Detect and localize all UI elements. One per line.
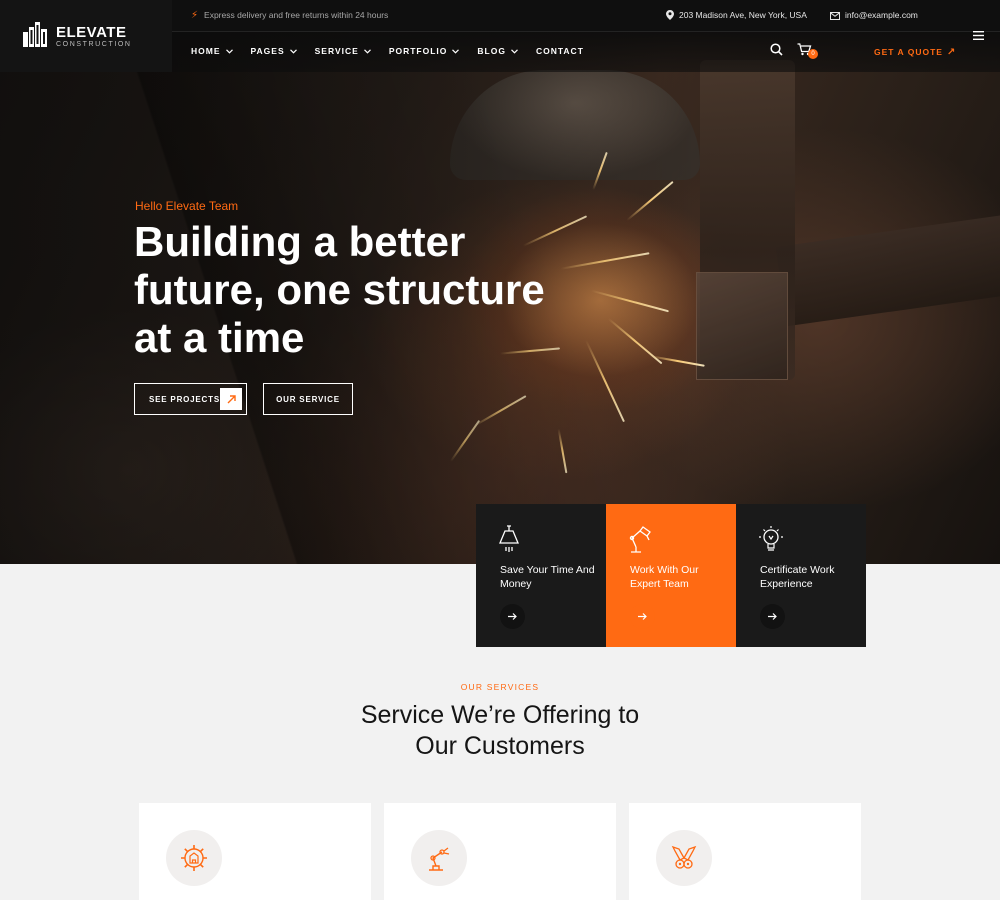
service-icon-circle — [411, 830, 467, 886]
our-service-button[interactable]: OUR SERVICE — [263, 383, 353, 415]
menu-button[interactable] — [973, 27, 984, 45]
brand-name: ELEVATE — [56, 24, 127, 41]
brand-tagline: CONSTRUCTION — [56, 41, 132, 48]
search-button[interactable] — [770, 43, 783, 61]
arrow-up-right-icon: ↗ — [946, 47, 957, 58]
chevron-down-icon — [363, 48, 371, 54]
feature-card-save-time[interactable]: Save Your Time And Money — [476, 504, 606, 647]
nav-label: HOME — [191, 46, 221, 56]
lightning-icon: ⚡ — [191, 10, 199, 21]
nav-item-pages[interactable]: PAGES — [251, 46, 297, 56]
feature-text: Save Your Time And Money — [500, 564, 595, 590]
lamp-icon — [499, 525, 519, 552]
chevron-down-icon — [452, 48, 460, 54]
nav-label: SERVICE — [314, 46, 359, 56]
service-card[interactable] — [384, 803, 616, 900]
service-icon-circle — [166, 830, 222, 886]
feature-text: Work With Our Expert Team — [630, 564, 699, 590]
services-title: Service We’re Offering to Our Customers — [0, 700, 1000, 762]
hamburger-menu-icon — [973, 31, 984, 40]
arrow-right-icon — [768, 613, 777, 620]
email-text[interactable]: info@example.com — [845, 10, 918, 20]
desk-lamp-icon — [629, 526, 651, 553]
promo-label: Express delivery and free returns within… — [204, 10, 389, 20]
feature-card-certificate[interactable]: Certificate Work Experience — [736, 504, 866, 647]
nav-label: PAGES — [250, 46, 285, 56]
address-text: 203 Madison Ave, New York, USA — [679, 10, 807, 20]
nav-item-service[interactable]: SERVICE — [315, 46, 371, 56]
building-logo-icon — [23, 22, 47, 47]
services-title-text: Service We’re Offering to Our Customers — [360, 701, 640, 760]
chevron-down-icon — [289, 48, 297, 54]
search-icon — [770, 43, 783, 56]
get-quote-button[interactable]: GET A QUOTE ↗ — [874, 47, 956, 58]
nav-label: CONTACT — [535, 46, 584, 56]
mail-icon — [830, 12, 840, 20]
feature-cards: Save Your Time And Money Work With Our E… — [476, 504, 866, 647]
arrow-right-icon — [638, 613, 647, 620]
cart-button[interactable]: 0 — [797, 43, 818, 61]
robotic-arm-icon — [429, 847, 450, 871]
services-eyebrow: OUR SERVICES — [460, 682, 540, 692]
nav-item-blog[interactable]: BLOG — [477, 46, 518, 56]
hero-eyebrow: Hello Elevate Team — [135, 199, 239, 213]
nav-item-contact[interactable]: CONTACT — [536, 46, 584, 56]
see-projects-label: SEE PROJECTS — [149, 394, 220, 404]
engine-pistons-icon — [671, 845, 697, 869]
nav-item-home[interactable]: HOME — [191, 46, 233, 56]
nav-item-portfolio[interactable]: PORTFOLIO — [389, 46, 460, 56]
lightbulb-icon — [759, 526, 783, 551]
nav-label: BLOG — [477, 46, 506, 56]
service-card[interactable] — [629, 803, 861, 900]
main-nav: HOME PAGES SERVICE PORTFOLIO BLOG CONTAC… — [191, 46, 602, 56]
arrow-right-icon — [508, 613, 517, 620]
quote-label: GET A QUOTE — [874, 47, 943, 57]
service-icon-circle — [656, 830, 712, 886]
arrow-box — [220, 388, 242, 410]
promo-text: ⚡ Express delivery and free returns withi… — [191, 10, 388, 21]
feature-arrow-button[interactable] — [760, 604, 785, 629]
email[interactable]: info@example.com — [830, 10, 918, 20]
address: 203 Madison Ave, New York, USA — [666, 10, 807, 20]
feature-arrow-button[interactable] — [500, 604, 525, 629]
feature-arrow-button[interactable] — [630, 604, 655, 629]
arrow-up-right-icon — [227, 394, 236, 403]
location-pin-icon — [666, 10, 674, 20]
our-service-label: OUR SERVICE — [276, 394, 340, 404]
gear-building-icon — [181, 845, 207, 871]
feature-card-expert-team[interactable]: Work With Our Expert Team — [606, 504, 736, 647]
feature-text: Certificate Work Experience — [760, 564, 835, 590]
service-card[interactable] — [139, 803, 371, 900]
see-projects-button[interactable]: SEE PROJECTS — [134, 383, 247, 415]
logo[interactable]: ELEVATE CONSTRUCTION — [0, 0, 172, 72]
chevron-down-icon — [511, 48, 518, 54]
chevron-down-icon — [225, 48, 233, 54]
cart-count-badge: 0 — [808, 49, 818, 59]
nav-label: PORTFOLIO — [388, 46, 448, 56]
hero-headline: Building a better future, one structure … — [134, 218, 545, 361]
